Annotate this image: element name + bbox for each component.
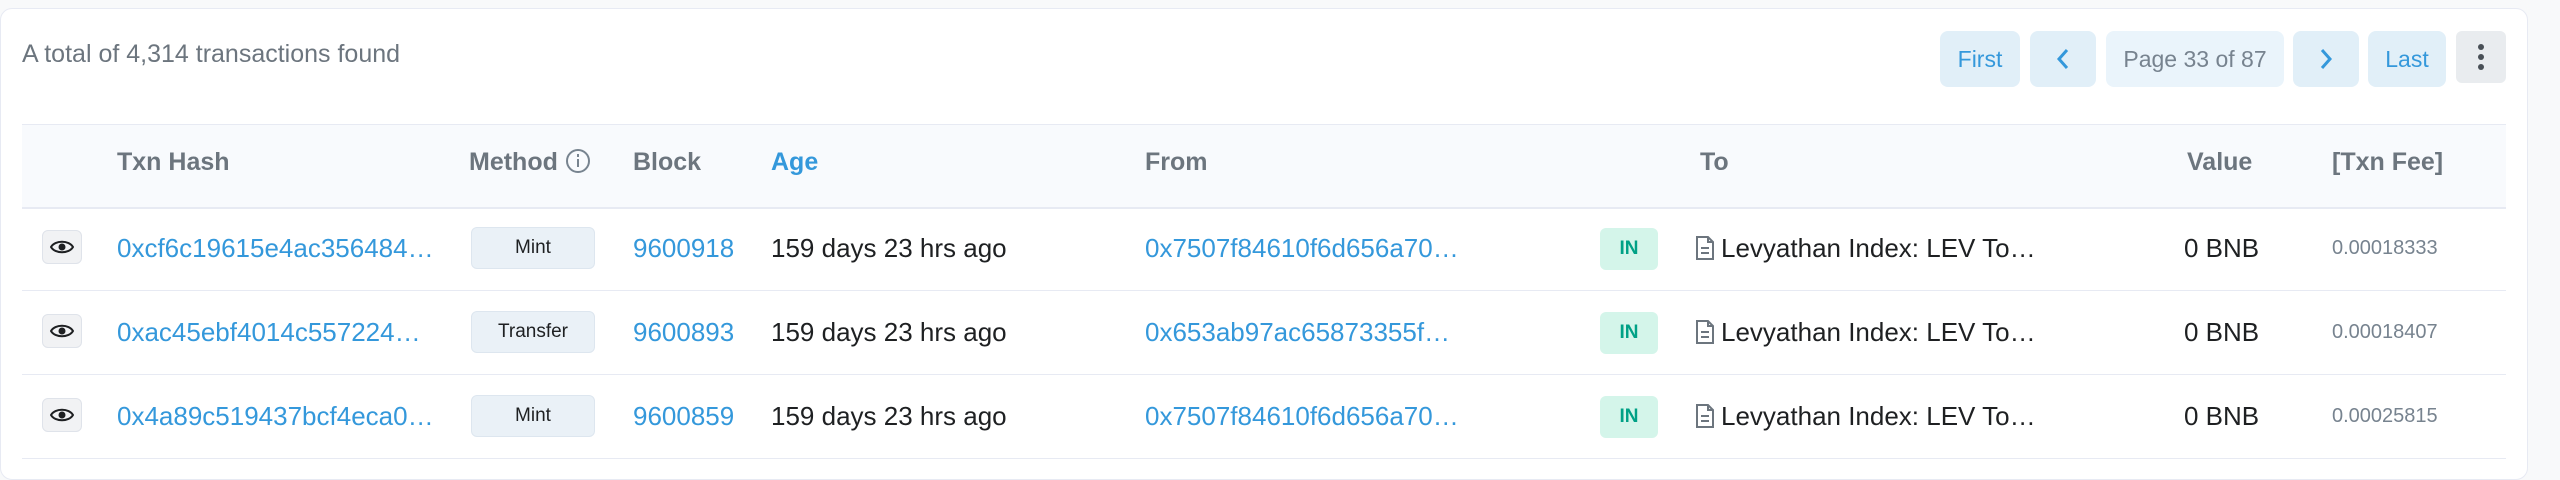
view-details-button[interactable] (42, 398, 82, 432)
direction-badge: IN (1600, 228, 1658, 270)
value-text: 0 BNB (2184, 316, 2260, 347)
txn-hash-link[interactable]: 0xcf6c19615e4ac356484… (117, 206, 434, 290)
page-indicator: Page 33 of 87 (2106, 31, 2284, 87)
value-text: 0 BNB (2184, 232, 2260, 263)
column-method: Method (469, 148, 590, 177)
info-icon[interactable] (565, 149, 590, 173)
chevron-left-icon (2056, 49, 2069, 69)
table-row: 0xcf6c19615e4ac356484… Mint 9600918 159 … (22, 206, 2506, 291)
method-badge: Transfer (471, 311, 595, 353)
age-text: 159 days 23 hrs ago (771, 400, 1007, 431)
to-address[interactable]: Levyathan Index: LEV To… (1695, 206, 2036, 290)
method-badge: Mint (471, 227, 595, 269)
to-address[interactable]: Levyathan Index: LEV To… (1695, 374, 2036, 458)
from-address-link[interactable]: 0x7507f84610f6d656a70… (1145, 206, 1459, 290)
to-address-label: Levyathan Index: LEV To… (1721, 232, 2036, 263)
txn-fee-text: 0.00018333 (2332, 236, 2438, 259)
block-link[interactable]: 9600918 (633, 206, 734, 290)
txn-fee-text: 0.00025815 (2332, 404, 2438, 427)
view-details-button[interactable] (42, 314, 82, 348)
last-page-button[interactable]: Last (2368, 31, 2446, 87)
table-header (22, 124, 2506, 209)
to-address-label: Levyathan Index: LEV To… (1721, 316, 2036, 347)
eye-icon (50, 240, 74, 254)
more-vertical-icon (2478, 44, 2484, 70)
document-icon (1696, 236, 1714, 260)
view-details-button[interactable] (42, 230, 82, 264)
age-text: 159 days 23 hrs ago (771, 316, 1007, 347)
next-page-button[interactable] (2293, 31, 2359, 87)
column-txn-hash: Txn Hash (117, 148, 230, 176)
document-icon (1696, 320, 1714, 344)
method-badge: Mint (471, 395, 595, 437)
chevron-right-icon (2320, 49, 2333, 69)
column-value: Value (2187, 148, 2253, 176)
column-block: Block (633, 148, 702, 176)
value-text: 0 BNB (2184, 400, 2260, 431)
previous-page-button[interactable] (2030, 31, 2096, 87)
txn-hash-link[interactable]: 0x4a89c519437bcf4eca0… (117, 374, 434, 458)
to-address[interactable]: Levyathan Index: LEV To… (1695, 290, 2036, 374)
first-page-button[interactable]: First (1940, 31, 2020, 87)
table-row: 0xac45ebf4014c557224… Transfer 9600893 1… (22, 290, 2506, 375)
from-address-link[interactable]: 0x7507f84610f6d656a70… (1145, 374, 1459, 458)
column-to: To (1700, 148, 1729, 176)
column-txn-fee[interactable]: [Txn Fee] (2332, 148, 2443, 177)
document-icon (1696, 404, 1714, 428)
block-link[interactable]: 9600859 (633, 374, 734, 458)
column-from: From (1145, 148, 1208, 176)
block-link[interactable]: 9600893 (633, 290, 734, 374)
eye-icon (50, 324, 74, 338)
txn-hash-link[interactable]: 0xac45ebf4014c557224… (117, 290, 421, 374)
direction-badge: IN (1600, 396, 1658, 438)
age-text: 159 days 23 hrs ago (771, 232, 1007, 263)
table-row: 0x4a89c519437bcf4eca0… Mint 9600859 159 … (22, 374, 2506, 459)
from-address-link[interactable]: 0x653ab97ac65873355f… (1145, 290, 1450, 374)
more-options-button[interactable] (2456, 31, 2506, 83)
transactions-summary: A total of 4,314 transactions found (22, 40, 401, 68)
column-method-label: Method (469, 148, 558, 176)
column-age[interactable]: Age (771, 148, 818, 177)
direction-badge: IN (1600, 312, 1658, 354)
txn-fee-text: 0.00018407 (2332, 320, 2438, 343)
eye-icon (50, 408, 74, 422)
to-address-label: Levyathan Index: LEV To… (1721, 400, 2036, 431)
